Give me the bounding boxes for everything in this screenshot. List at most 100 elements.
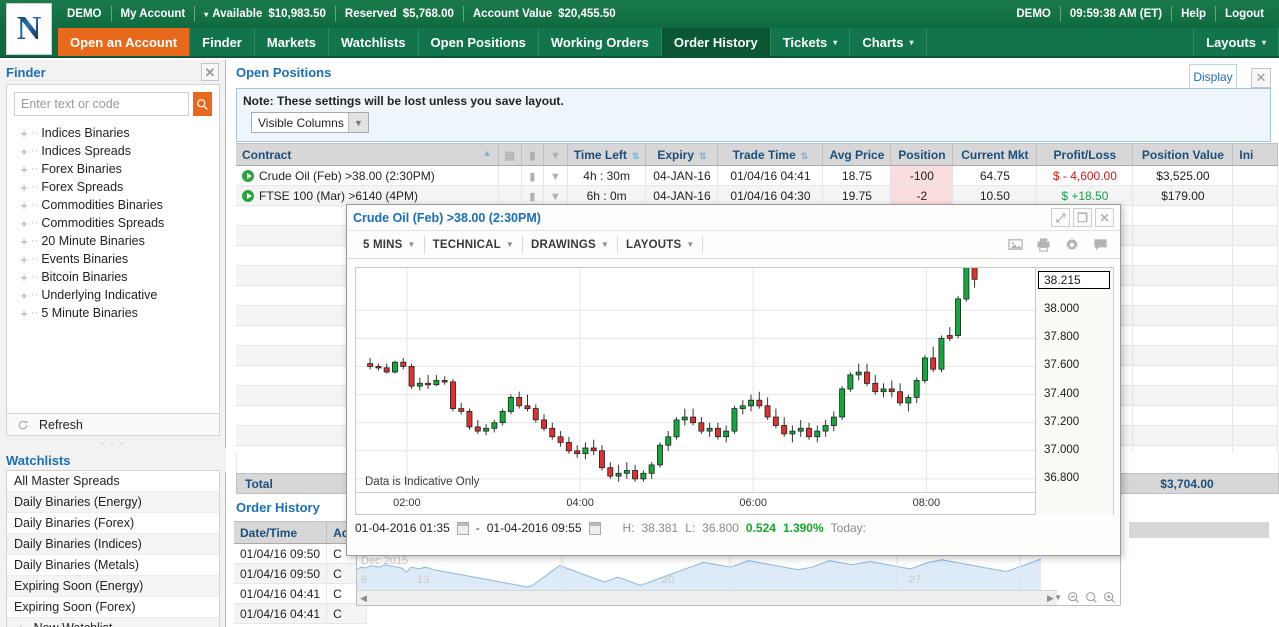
watchlist-item[interactable]: Daily Binaries (Metals) [7,555,219,576]
visible-columns-select[interactable]: Visible Columns ▼ [251,112,369,133]
expand-plus-icon[interactable]: + [17,199,31,212]
col-menu-icon[interactable]: ▼ [543,144,567,166]
navigator-mini-chart[interactable]: Dec 20156132027J [357,554,1041,590]
open-positions-close-button[interactable]: ✕ [1251,68,1271,88]
calendar-icon[interactable] [457,522,469,535]
col-expiry[interactable]: Expiry⇅ [646,144,718,166]
cell-chart[interactable]: ▮ [521,186,543,206]
chart-plot-area[interactable]: Data is Indicative Only 02:0004:0006:000… [355,267,1114,515]
nav-watchlists[interactable]: Watchlists [329,28,419,56]
col-time-left[interactable]: Time Left⇅ [567,144,646,166]
chart-layouts-menu[interactable]: LAYOUTS▼ [618,236,703,254]
nav-tickets[interactable]: Tickets▾ [771,28,851,56]
expand-plus-icon[interactable]: + [17,217,31,230]
nav-finder[interactable]: Finder [190,28,255,56]
help-link[interactable]: Help [1172,6,1216,22]
expand-plus-icon[interactable]: + [17,235,31,248]
watchlist-item[interactable]: Daily Binaries (Forex) [7,513,219,534]
print-icon[interactable] [1036,237,1051,252]
nav-order-history[interactable]: Order History [662,28,771,56]
cell-note[interactable] [498,166,521,186]
logout-link[interactable]: Logout [1216,6,1273,22]
table-row[interactable]: 01/04/16 04:41C [234,584,367,604]
col-current-mkt[interactable]: Current Mkt [953,144,1037,166]
gear-icon[interactable] [1064,237,1080,253]
image-icon[interactable] [1008,237,1023,252]
col-chart-icon[interactable]: ▮ [521,144,543,166]
watchlist-item[interactable]: Expiring Soon (Forex) [7,597,219,618]
calendar-icon[interactable] [589,522,601,535]
nav-charts[interactable]: Charts▾ [850,28,926,56]
zoom-in-icon[interactable] [1103,591,1116,604]
zoom-reset-icon[interactable] [1085,591,1098,604]
my-account-link[interactable]: My Account [112,6,196,22]
chart-technical-menu[interactable]: TECHNICAL▼ [425,236,523,254]
expand-plus-icon[interactable]: + [17,289,31,302]
expand-plus-icon[interactable]: + [17,271,31,284]
finder-tree-item[interactable]: +··Commodities Binaries [7,196,219,214]
scroll-track[interactable] [370,592,1044,605]
cell-note[interactable] [498,186,521,206]
col-initial[interactable]: Ini [1233,144,1278,166]
nav-open-positions[interactable]: Open Positions [419,28,539,56]
chevron-down-icon[interactable]: ▼ [550,191,561,203]
finder-tree-item[interactable]: +··Forex Binaries [7,160,219,178]
finder-tree-item[interactable]: +··Forex Spreads [7,178,219,196]
watchlist-item[interactable]: Daily Binaries (Energy) [7,492,219,513]
refresh-button[interactable]: Refresh [6,414,220,436]
finder-tree-item[interactable]: +··20 Minute Binaries [7,232,219,250]
col-position-value[interactable]: Position Value [1133,144,1233,166]
watchlist-item[interactable]: Daily Binaries (Indices) [7,534,219,555]
col-note-icon[interactable]: ▤ [498,144,521,166]
bar-chart-icon[interactable]: ▮ [529,171,535,183]
search-input[interactable] [14,92,189,116]
cell-contract[interactable]: Crude Oil (Feb) >38.00 (2:30PM) [236,166,498,186]
scroll-left-icon[interactable]: ◀ [357,593,370,604]
nav-working-orders[interactable]: Working Orders [539,28,662,56]
finder-tree-item[interactable]: +··Commodities Spreads [7,214,219,232]
play-icon[interactable] [242,190,254,202]
col-profit-loss[interactable]: Profit/Loss [1037,144,1133,166]
chart-drawings-menu[interactable]: DRAWINGS▼ [523,236,618,254]
table-row[interactable]: 01/04/16 09:50C [234,564,367,584]
watchlist-item[interactable]: Expiring Soon (Energy) [7,576,219,597]
table-row[interactable]: Crude Oil (Feb) >38.00 (2:30PM)▮▼4h : 30… [236,166,1278,186]
comment-icon[interactable] [1093,237,1108,252]
search-button[interactable] [193,92,212,116]
table-row[interactable]: FTSE 100 (Mar) >6140 (4PM)▮▼6h : 0m04-JA… [236,186,1278,206]
dropdown-icon[interactable]: ▼ [1054,593,1062,602]
finder-tree-item[interactable]: +··Indices Spreads [7,142,219,160]
chart-window-titlebar[interactable]: Crude Oil (Feb) >38.00 (2:30PM) ⤢ ❐ ✕ [347,205,1120,231]
col-trade-time[interactable]: Trade Time⇅ [718,144,823,166]
open-positions-display-tab[interactable]: Display [1189,64,1237,88]
finder-tree-item[interactable]: +··Underlying Indicative [7,286,219,304]
expand-plus-icon[interactable]: + [17,253,31,266]
col-avg-price[interactable]: Avg Price [823,144,891,166]
sidebar-splitter[interactable]: - - - [0,438,226,448]
zoom-out-icon[interactable] [1067,591,1080,604]
expand-plus-icon[interactable]: + [17,307,31,320]
cell-menu[interactable]: ▼ [543,186,567,206]
finder-tree-item[interactable]: +··Events Binaries [7,250,219,268]
cell-menu[interactable]: ▼ [543,166,567,186]
col-datetime[interactable]: Date/Time [234,522,327,544]
available-balance[interactable]: ▾ Available $10,983.50 [195,6,336,22]
expand-plus-icon[interactable]: + [17,145,31,158]
finder-close-button[interactable]: ✕ [201,63,219,81]
candlestick-plot[interactable] [356,268,1035,493]
chevron-down-icon[interactable]: ▼ [550,171,561,183]
expand-plus-icon[interactable]: + [17,181,31,194]
close-icon[interactable]: ✕ [1095,208,1114,227]
nav-markets[interactable]: Markets [255,28,329,56]
nav-layouts[interactable]: Layouts▾ [1194,28,1279,56]
table-row[interactable]: 01/04/16 04:41C [234,604,367,624]
cell-contract[interactable]: FTSE 100 (Mar) >6140 (4PM) [236,186,498,206]
expand-plus-icon[interactable]: + [17,127,31,140]
chart-range-from[interactable]: 01-04-2016 01:35 [355,521,450,535]
maximize-icon[interactable]: ❐ [1073,208,1092,227]
new-watchlist-button[interactable]: +New Watchlist [7,618,219,627]
finder-tree-item[interactable]: +··5 Minute Binaries [7,304,219,322]
col-contract[interactable]: Contract▲ [236,144,498,166]
cell-chart[interactable]: ▮ [521,166,543,186]
navigator-scrollbar[interactable]: ◀ ▶ [357,590,1057,605]
